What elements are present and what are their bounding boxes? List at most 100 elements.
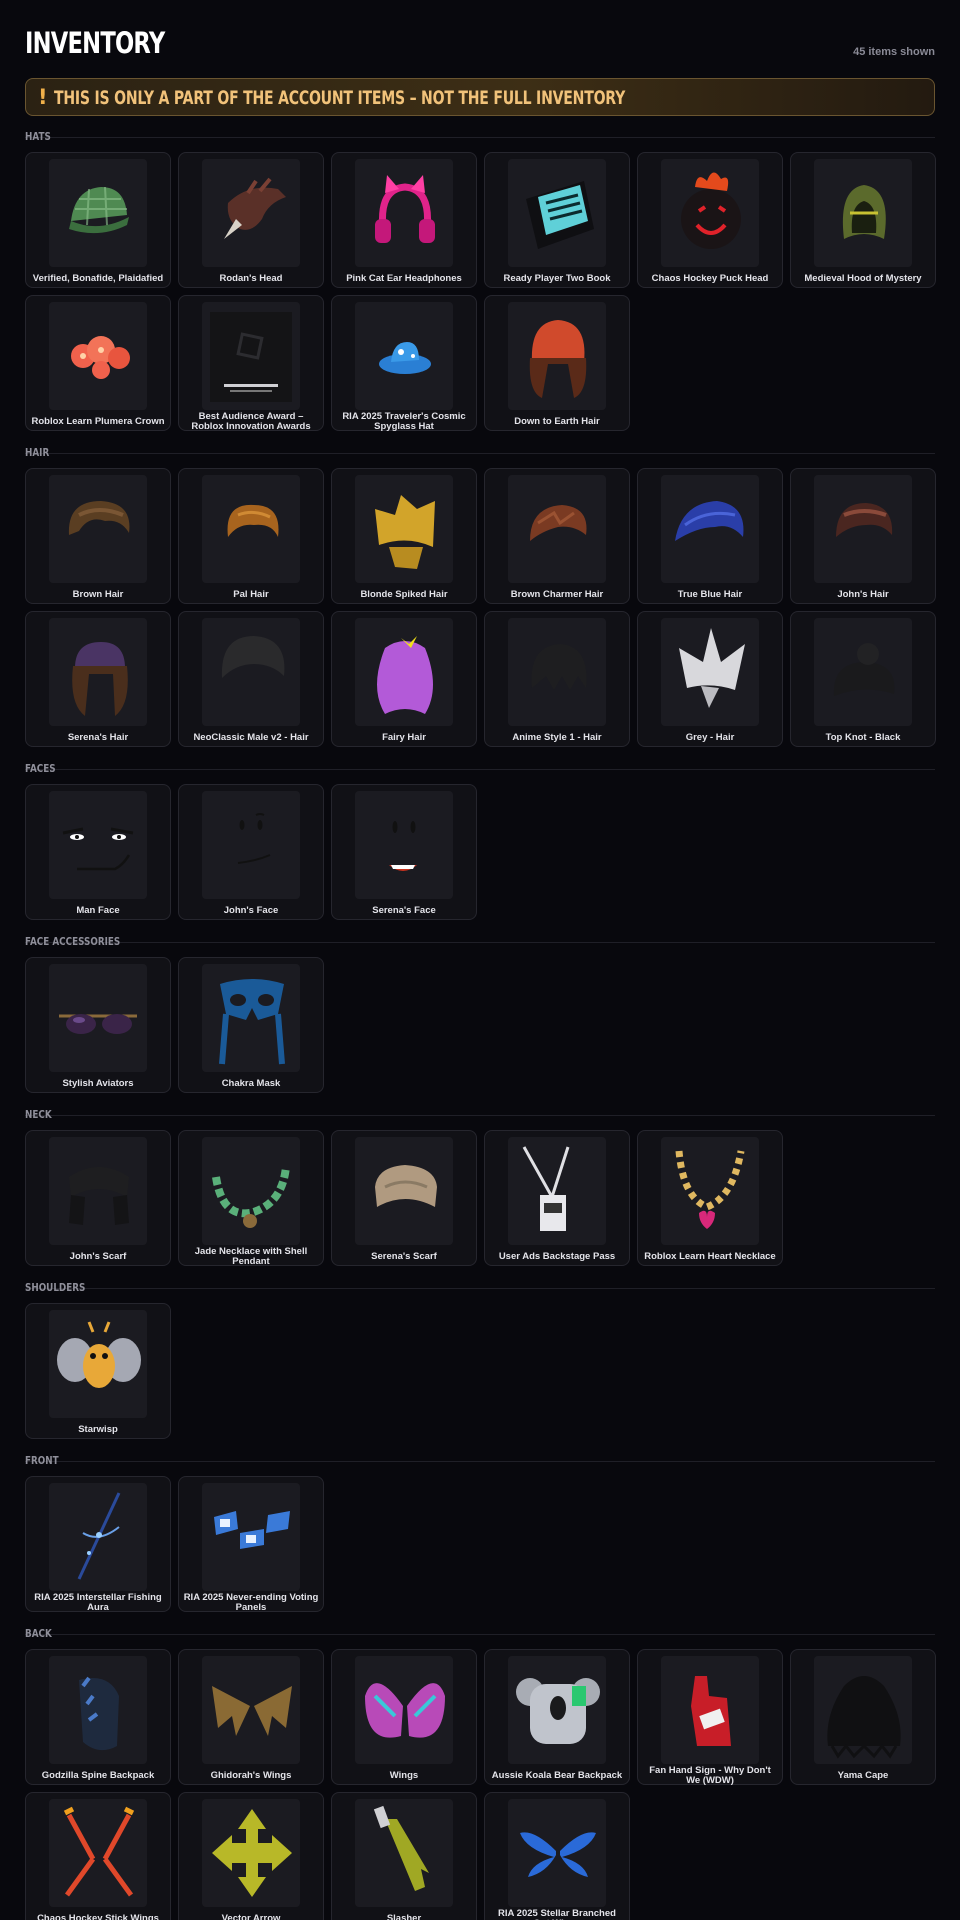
item-name: RIA 2025 Traveler's Cosmic Spyglass Hat <box>342 411 466 432</box>
item-card[interactable]: Slasher <box>331 1792 477 1920</box>
section-header-face-accessories: FACE ACCESSORIES <box>25 935 935 949</box>
item-card[interactable]: RIA 2025 Stellar Branched Out Wings <box>484 1792 630 1920</box>
item-name: Yama Cape <box>837 1770 889 1781</box>
item-name: Rodan's Head <box>219 273 283 284</box>
item-thumbnail <box>814 475 912 583</box>
item-card[interactable]: Ready Player Two Book <box>484 152 630 288</box>
item-card[interactable]: Blonde Spiked Hair <box>331 468 477 604</box>
item-card[interactable]: True Blue Hair <box>637 468 783 604</box>
item-thumbnail <box>202 475 300 583</box>
item-card[interactable]: John's Face <box>178 784 324 920</box>
item-thumbnail <box>202 791 300 899</box>
item-name: Man Face <box>76 905 120 916</box>
item-thumbnail <box>202 964 300 1072</box>
yama-cape-icon <box>827 1676 901 1759</box>
item-card[interactable]: Wings <box>331 1649 477 1785</box>
item-card[interactable]: Down to Earth Hair <box>484 295 630 431</box>
item-card[interactable]: Serena's Hair <box>25 611 171 747</box>
item-card[interactable]: Stylish Aviators <box>25 957 171 1093</box>
item-thumbnail <box>661 475 759 583</box>
face-man-icon <box>62 827 134 871</box>
cat-headphones-icon <box>375 175 435 243</box>
item-card[interactable]: Brown Hair <box>25 468 171 604</box>
section-title: FACES <box>25 762 56 775</box>
item-card[interactable]: Best Audience Award – Roblox Innovation … <box>178 295 324 432</box>
item-name: Fairy Hair <box>382 732 426 743</box>
item-card[interactable]: Anime Style 1 - Hair <box>484 611 630 747</box>
foam-hand-icon <box>691 1676 731 1746</box>
item-thumbnail <box>202 159 300 267</box>
fishing-aura-icon <box>77 1492 121 1580</box>
item-card[interactable]: John's Scarf <box>25 1130 171 1266</box>
item-name: Roblox Learn Heart Necklace <box>644 1251 776 1262</box>
item-card[interactable]: RIA 2025 Never-ending Voting Panels <box>178 1476 324 1613</box>
item-card[interactable]: Roblox Learn Plumera Crown <box>25 295 171 431</box>
book-icon <box>526 181 594 249</box>
item-card[interactable]: Fan Hand Sign - Why Don't We (WDW) <box>637 1649 783 1786</box>
item-card[interactable]: Grey - Hair <box>637 611 783 747</box>
item-card[interactable]: Jade Necklace with Shell Pendant <box>178 1130 324 1267</box>
page-header: INVENTORY 45 items shown <box>25 26 935 62</box>
item-name: Blonde Spiked Hair <box>360 589 448 600</box>
item-card[interactable]: Brown Charmer Hair <box>484 468 630 604</box>
item-name: John's Hair <box>837 589 889 600</box>
item-card[interactable]: Ghidorah's Wings <box>178 1649 324 1785</box>
item-thumbnail <box>49 1137 147 1245</box>
item-thumbnail <box>355 159 453 267</box>
hair-brown-icon <box>68 501 130 535</box>
item-card[interactable]: RIA 2025 Interstellar Fishing Aura <box>25 1476 171 1613</box>
item-card[interactable]: User Ads Backstage Pass <box>484 1130 630 1266</box>
item-card[interactable]: NeoClassic Male v2 - Hair <box>178 611 324 747</box>
scarf-black-icon <box>69 1167 129 1225</box>
item-card[interactable]: Vector Arrow <box>178 1792 324 1920</box>
section-header-hair: HAIR <box>25 446 935 460</box>
item-card[interactable]: Godzilla Spine Backpack <box>25 1649 171 1785</box>
item-card[interactable]: Serena's Scarf <box>331 1130 477 1266</box>
starwisp-icon <box>57 1321 141 1388</box>
item-thumbnail <box>49 302 147 410</box>
item-name: Chaos Hockey Puck Head <box>651 273 769 284</box>
item-thumbnail <box>49 964 147 1072</box>
item-card[interactable]: Top Knot - Black <box>790 611 936 747</box>
item-card[interactable]: Roblox Learn Heart Necklace <box>637 1130 783 1266</box>
item-card[interactable]: Fairy Hair <box>331 611 477 747</box>
item-card[interactable]: John's Hair <box>790 468 936 604</box>
item-card[interactable]: Rodan's Head <box>178 152 324 288</box>
item-card[interactable]: Aussie Koala Bear Backpack <box>484 1649 630 1785</box>
item-card[interactable]: Chaos Hockey Stick Wings <box>25 1792 171 1920</box>
item-thumbnail <box>355 302 453 410</box>
item-thumbnail <box>355 1137 453 1245</box>
item-card[interactable]: RIA 2025 Traveler's Cosmic Spyglass Hat <box>331 295 477 432</box>
item-thumbnail <box>355 618 453 726</box>
item-name: RIA 2025 Interstellar Fishing Aura <box>34 1592 162 1613</box>
item-thumbnail <box>661 1656 759 1764</box>
section-header-faces: FACES <box>25 762 935 776</box>
scarf-beige-icon <box>375 1165 437 1207</box>
section-title: HATS <box>25 130 51 143</box>
item-thumbnail <box>49 159 147 267</box>
item-card[interactable]: Serena's Face <box>331 784 477 920</box>
item-name: RIA 2025 Never-ending Voting Panels <box>183 1592 319 1613</box>
item-card[interactable]: Yama Cape <box>790 1649 936 1785</box>
item-card[interactable]: Starwisp <box>25 1303 171 1439</box>
item-thumbnail <box>661 1137 759 1245</box>
item-card[interactable]: Verified, Bonafide, Plaidafied <box>25 152 171 288</box>
item-name: Serena's Face <box>372 905 436 916</box>
item-card[interactable]: Chakra Mask <box>178 957 324 1093</box>
aviators-icon <box>59 1014 137 1034</box>
item-card[interactable]: Chaos Hockey Puck Head <box>637 152 783 288</box>
hair-serena-icon <box>72 642 128 716</box>
hair-fairy-icon <box>377 636 433 714</box>
item-card[interactable]: Medieval Hood of Mystery <box>790 152 936 288</box>
item-thumbnail <box>814 159 912 267</box>
rodan-head-icon <box>224 177 286 239</box>
item-name: Pal Hair <box>233 589 269 600</box>
item-card[interactable]: Pal Hair <box>178 468 324 604</box>
hair-john-icon <box>836 503 893 537</box>
item-thumbnail <box>202 1799 300 1907</box>
item-card[interactable]: Man Face <box>25 784 171 920</box>
item-card[interactable]: Pink Cat Ear Headphones <box>331 152 477 288</box>
section-divider <box>25 769 935 770</box>
section-title: HAIR <box>25 446 50 459</box>
section-divider <box>25 1288 935 1289</box>
